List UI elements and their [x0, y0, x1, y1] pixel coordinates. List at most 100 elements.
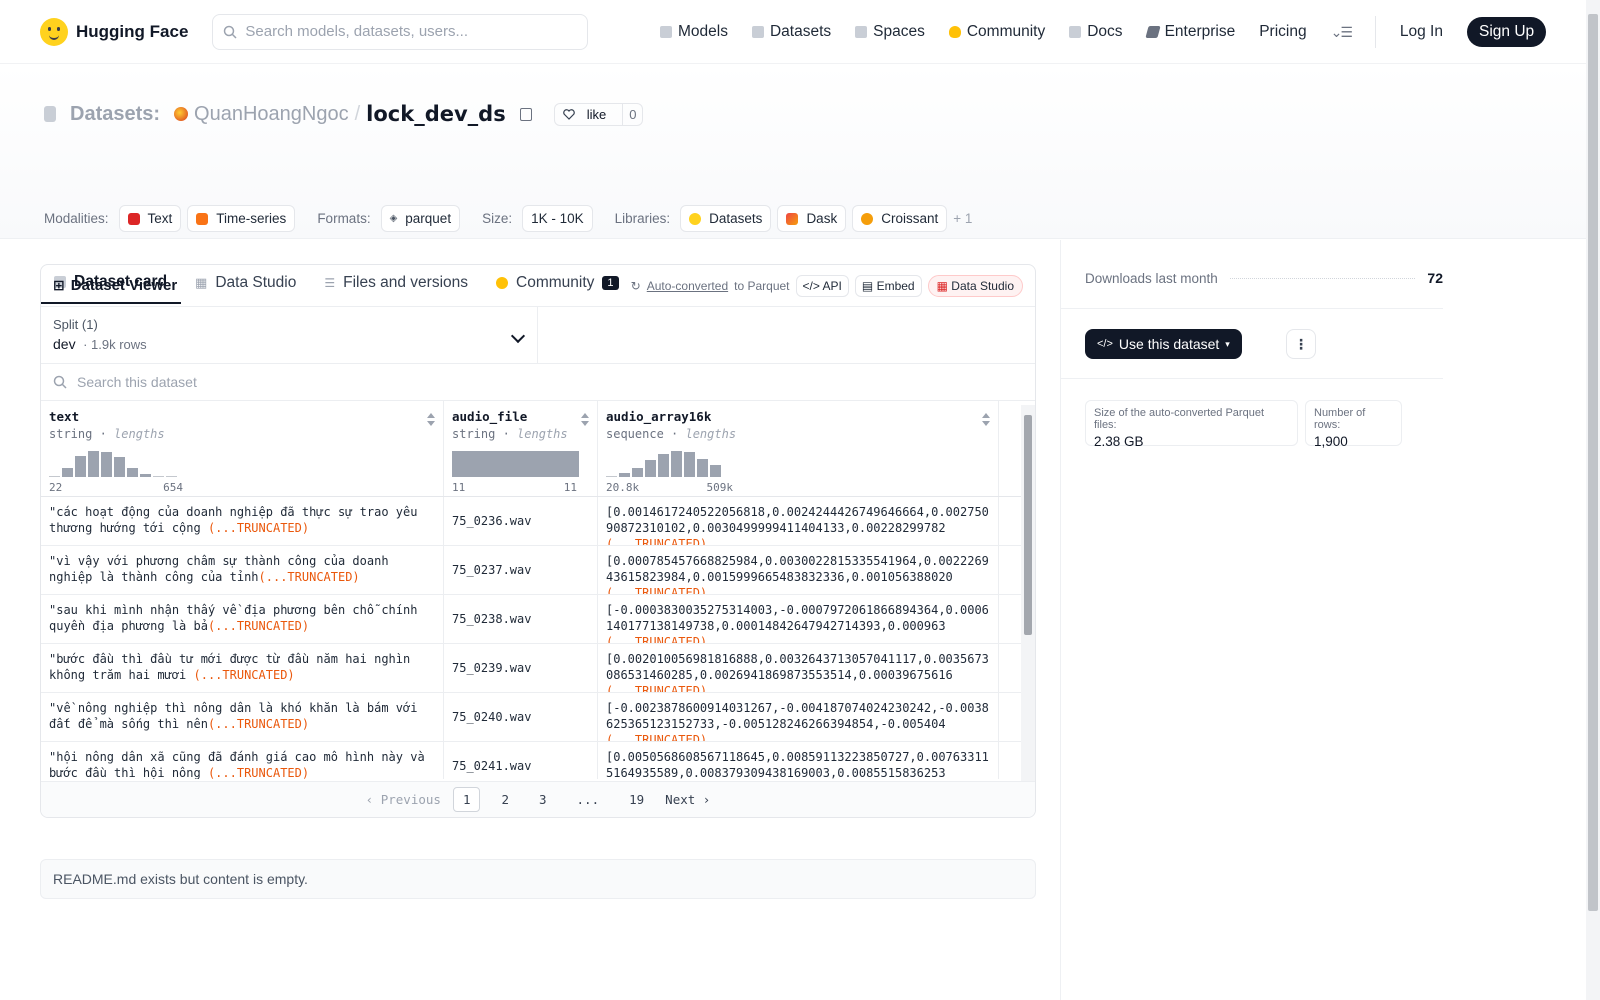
cell-audio-file[interactable]: 75_0240.wav	[444, 693, 598, 741]
histogram-bar[interactable]	[710, 465, 721, 477]
histogram-bar[interactable]	[632, 468, 643, 477]
global-search-input[interactable]: Search models, datasets, users...	[212, 13, 589, 50]
histogram-bar[interactable]	[645, 460, 656, 477]
table-row[interactable]: "hội nông dân xã cũng đã đánh giá cao mô…	[41, 742, 1035, 779]
table-scroll-thumb[interactable]	[1024, 415, 1032, 635]
tag-datasets-lib[interactable]: Datasets	[680, 205, 772, 232]
more-options-icon[interactable]: ⋮	[1286, 329, 1316, 359]
sort-icon[interactable]	[427, 413, 435, 426]
cell-audio-file[interactable]: 75_0238.wav	[444, 595, 598, 643]
cell-text[interactable]: "hội nông dân xã cũng đã đánh giá cao mô…	[41, 742, 444, 779]
column-header-text[interactable]: text string · lengths 22 654	[41, 401, 444, 496]
histogram-bar[interactable]	[127, 468, 138, 477]
api-button[interactable]: </> API	[795, 274, 849, 297]
cell-text[interactable]: "các hoạt động của doanh nghiệp đã thực …	[41, 497, 444, 545]
nav-docs[interactable]: Docs	[1069, 23, 1123, 41]
cell-audio-file[interactable]: 75_0237.wav	[444, 546, 598, 594]
cell-text[interactable]: "về nông nghiệp thì nông dân là khó khăn…	[41, 693, 444, 741]
tag-text[interactable]: Text	[118, 205, 182, 232]
histogram-bar[interactable]	[153, 476, 164, 477]
page-scrollbar[interactable]	[1586, 0, 1600, 1000]
column-header-audio-array[interactable]: audio_array16k sequence · lengths 20.8k 5…	[598, 401, 999, 496]
histogram-bar[interactable]	[49, 476, 60, 477]
cell-file-value: 75_0240.wav	[452, 710, 532, 724]
nav-models[interactable]: Models	[660, 23, 728, 41]
table-row[interactable]: "các hoạt động của doanh nghiệp đã thực …	[41, 497, 1035, 546]
table-row[interactable]: "sau khi mình nhận thấy về địa phương bê…	[41, 595, 1035, 644]
nav-pricing[interactable]: Pricing	[1259, 23, 1306, 41]
sort-icon[interactable]	[581, 413, 589, 426]
sort-icon[interactable]	[982, 413, 990, 426]
cell-audio-array[interactable]: [0.0014617240522056818,0.002424442674964…	[598, 497, 999, 545]
database-icon	[44, 106, 56, 122]
cell-audio-array[interactable]: [-0.0023878600914031267,-0.0041870740242…	[598, 693, 999, 741]
nav-spaces[interactable]: Spaces	[855, 23, 925, 41]
nav-community[interactable]: Community	[948, 23, 1045, 41]
cell-audio-file[interactable]: 75_0239.wav	[444, 644, 598, 692]
owner-link[interactable]: QuanHoangNgoc	[194, 103, 349, 126]
table-scrollbar[interactable]	[1021, 405, 1035, 781]
cell-text[interactable]: "sau khi mình nhận thấy về địa phương bê…	[41, 595, 444, 643]
dataset-name[interactable]: lock_dev_ds	[366, 102, 506, 126]
tag-size[interactable]: 1K - 10K	[522, 205, 593, 232]
histogram-bar[interactable]	[619, 473, 630, 477]
like-button[interactable]: like 0	[553, 102, 644, 126]
table-row[interactable]: "vì vậy với phương châm sự thành công củ…	[41, 546, 1035, 595]
tag-time-series[interactable]: Time-series	[187, 205, 296, 232]
cell-text[interactable]: "bước đầu thì đầu tư mới được từ đầu năm…	[41, 644, 444, 692]
page-1[interactable]: 1	[452, 787, 481, 812]
embed-button[interactable]: ▤ Embed	[854, 274, 922, 297]
tag-parquet[interactable]: ◈ parquet	[380, 205, 461, 232]
libraries-more[interactable]: + 1	[953, 211, 972, 226]
more-menu-icon[interactable]: ⌄☰	[1331, 24, 1353, 41]
tag-croissant[interactable]: Croissant	[852, 205, 948, 232]
histogram-bar[interactable]	[606, 476, 617, 477]
dataset-search-input[interactable]: Search this dataset	[41, 364, 1035, 401]
models-icon	[660, 26, 672, 38]
cell-audio-file[interactable]: 75_0241.wav	[444, 742, 598, 779]
nav-pricing-label: Pricing	[1259, 23, 1307, 40]
table-row[interactable]: "về nông nghiệp thì nông dân là khó khăn…	[41, 693, 1035, 742]
brand[interactable]: Hugging Face	[40, 17, 188, 46]
auto-converted-link[interactable]: Auto-converted	[647, 279, 728, 293]
copy-icon[interactable]	[519, 107, 532, 121]
table-row[interactable]: "bước đầu thì đầu tư mới được từ đầu năm…	[41, 644, 1035, 693]
use-this-dataset-button[interactable]: </> Use this dataset ▾	[1085, 329, 1242, 359]
nav-datasets[interactable]: Datasets	[751, 23, 831, 41]
owner-avatar	[174, 107, 189, 121]
tag-dask[interactable]: Dask	[777, 205, 847, 232]
nav-enterprise[interactable]: Enterprise	[1144, 23, 1235, 41]
cell-text[interactable]: "vì vậy với phương châm sự thành công củ…	[41, 546, 444, 594]
next-page-button[interactable]: Next ›	[665, 792, 710, 807]
histogram-bar[interactable]	[697, 459, 708, 477]
column-header-audio-file[interactable]: audio_file string · lengths 11 11	[444, 401, 598, 496]
cell-audio-array[interactable]: [0.002010056981816888,0.0032643713057041…	[598, 644, 999, 692]
split-rows: 1.9k rows	[91, 337, 147, 352]
cell-audio-array[interactable]: [0.0050568608567118645,0.008591132238507…	[598, 742, 999, 779]
page-3[interactable]: 3	[530, 788, 556, 811]
data-studio-button[interactable]: ▦ Data Studio	[927, 274, 1023, 297]
histogram-bar[interactable]	[101, 452, 112, 477]
table-body: "các hoạt động của doanh nghiệp đã thực …	[41, 497, 1035, 779]
histogram-bar[interactable]	[166, 476, 177, 477]
split-selector[interactable]: Split (1) dev · 1.9k rows	[41, 307, 538, 363]
cell-audio-file[interactable]: 75_0236.wav	[444, 497, 598, 545]
signup-button[interactable]: Sign Up	[1467, 17, 1547, 47]
histogram-bar[interactable]	[671, 451, 682, 477]
cell-audio-array[interactable]: [-0.0003830035275314003,-0.0007972061866…	[598, 595, 999, 643]
page-scroll-thumb[interactable]	[1588, 14, 1598, 911]
histogram-bar[interactable]	[452, 451, 579, 477]
login-link[interactable]: Log In	[1400, 23, 1443, 41]
histogram-bar[interactable]	[114, 457, 125, 477]
nav-divider	[1374, 16, 1376, 48]
histogram-bar[interactable]	[658, 454, 669, 477]
histogram-bar[interactable]	[75, 456, 86, 477]
histogram-bar[interactable]	[140, 474, 151, 477]
histogram-bar[interactable]	[684, 452, 695, 477]
previous-page-button[interactable]: ‹ Previous	[366, 792, 441, 807]
cell-audio-array[interactable]: [0.000785457668825984,0.0030022815335541…	[598, 546, 999, 594]
histogram-bar[interactable]	[88, 451, 99, 477]
page-19[interactable]: 19	[620, 788, 653, 811]
histogram-bar[interactable]	[62, 468, 73, 477]
page-2[interactable]: 2	[492, 788, 518, 811]
